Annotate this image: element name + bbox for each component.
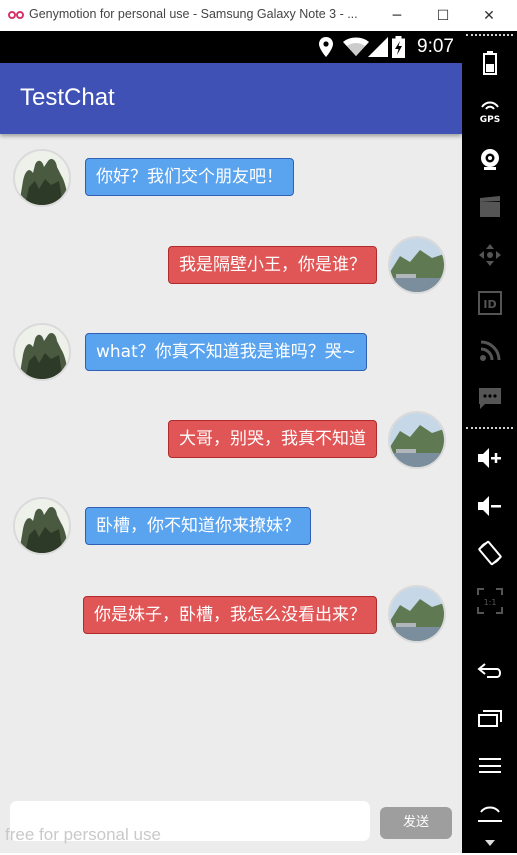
scale-icon[interactable]: 1:1 <box>462 581 517 621</box>
gps-icon[interactable]: GPS <box>462 91 517 131</box>
back-icon[interactable] <box>462 651 517 691</box>
sms-icon[interactable] <box>462 379 517 419</box>
my-avatar <box>388 236 446 294</box>
message-bubble-sent: 大哥，别哭，我真不知道 <box>168 420 377 458</box>
message-bubble-received: 卧槽，你不知道你来撩妹？ <box>85 507 311 545</box>
phone-screen: 9:07 TestChat 你好？我们交个朋友吧！ 我是隔壁小王，你是谁？ wh… <box>0 31 462 853</box>
friend-avatar <box>13 323 71 381</box>
message-bubble-sent: 你是妹子，卧槽，我怎么没看出来？ <box>83 596 377 634</box>
id-label: ID <box>483 298 496 311</box>
id-icon[interactable]: ID <box>462 283 517 323</box>
window-title-bar: Genymotion for personal use - Samsung Ga… <box>0 0 517 32</box>
status-time: 9:07 <box>417 36 454 57</box>
wifi-icon <box>343 37 369 56</box>
scale-label: 1:1 <box>483 598 496 607</box>
app-bar: TestChat <box>0 63 462 134</box>
toolbar-divider <box>466 34 513 36</box>
my-avatar <box>388 585 446 643</box>
video-icon[interactable] <box>462 187 517 227</box>
maximize-button[interactable]: ☐ <box>420 0 466 31</box>
message-bubble-sent: 我是隔壁小王，你是谁？ <box>168 246 377 284</box>
scroll-down-icon[interactable] <box>462 831 517 855</box>
volume-down-icon[interactable] <box>462 486 517 526</box>
my-avatar <box>388 411 446 469</box>
status-bar: 9:07 <box>0 31 462 63</box>
send-button[interactable]: 发送 <box>380 807 452 839</box>
app-title: TestChat <box>20 84 115 111</box>
dpad-icon[interactable] <box>462 235 517 275</box>
rss-icon[interactable] <box>462 331 517 371</box>
friend-avatar <box>13 497 71 555</box>
friend-avatar <box>13 149 71 207</box>
location-icon <box>319 37 333 57</box>
toolbar-divider <box>466 427 513 429</box>
watermark-text: free for personal use <box>5 825 161 844</box>
battery-charging-icon <box>392 36 405 58</box>
camera-icon[interactable] <box>462 139 517 179</box>
home-icon[interactable] <box>462 794 517 834</box>
battery-icon[interactable] <box>462 43 517 83</box>
close-button[interactable]: ✕ <box>466 0 512 31</box>
message-bubble-received: what？你真不知道我是谁吗？哭~ <box>85 333 368 371</box>
rotate-icon[interactable] <box>462 533 517 573</box>
genymotion-logo-icon <box>8 11 24 19</box>
volume-up-icon[interactable] <box>462 438 517 478</box>
emulator-toolbar: GPS ID 1:1 <box>462 31 517 853</box>
minimize-button[interactable]: ─ <box>374 0 420 31</box>
recents-icon[interactable] <box>462 698 517 738</box>
signal-icon <box>368 37 388 57</box>
gps-label: GPS <box>479 115 499 124</box>
window-title: Genymotion for personal use - Samsung Ga… <box>29 7 358 21</box>
message-bubble-received: 你好？我们交个朋友吧！ <box>85 158 294 196</box>
menu-icon[interactable] <box>462 746 517 786</box>
